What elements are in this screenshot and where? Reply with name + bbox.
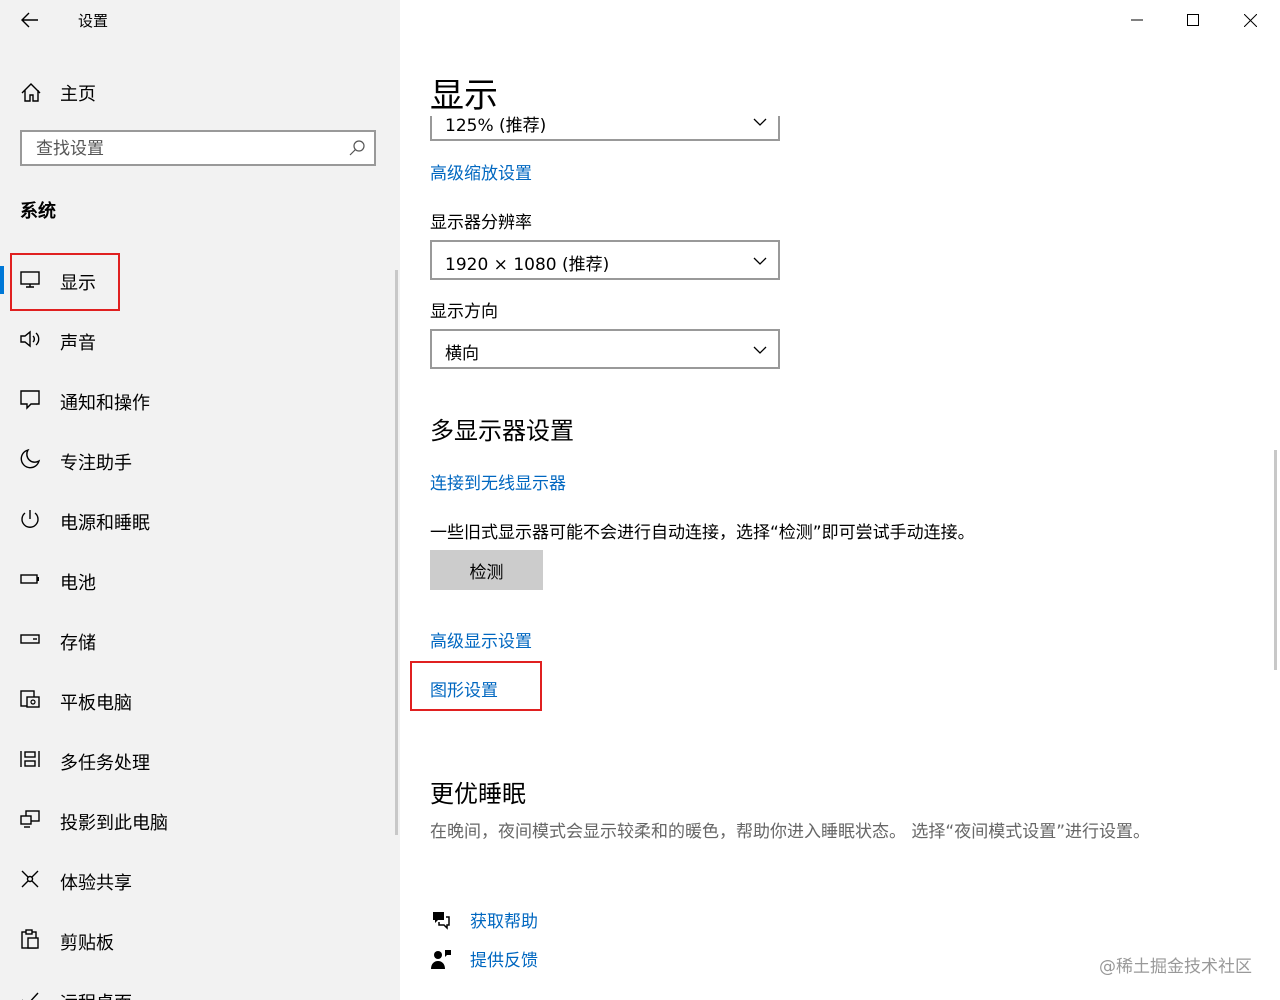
close-icon xyxy=(1243,13,1257,27)
home-icon xyxy=(21,83,41,102)
notification-icon xyxy=(20,390,40,410)
scale-value: 125% (推荐) xyxy=(445,116,547,136)
get-help-link[interactable]: 获取帮助 xyxy=(430,905,830,935)
sidebar-item-label: 剪贴板 xyxy=(60,933,114,954)
advanced-scaling-link[interactable]: 高级缩放设置 xyxy=(430,159,532,184)
chevron-down-icon xyxy=(753,257,767,265)
detect-description: 一些旧式显示器可能不会进行自动连接，选择“检测”即可尝试手动连接。 xyxy=(430,523,975,543)
sidebar-item-notifications[interactable]: 通知和操作 xyxy=(0,370,396,430)
scale-dropdown-clip: 125% (推荐) xyxy=(430,113,780,143)
sidebar-item-shared-experiences[interactable]: 体验共享 xyxy=(0,850,396,910)
storage-icon xyxy=(20,634,40,644)
feedback-link[interactable]: 提供反馈 xyxy=(430,944,830,974)
sidebar-item-storage[interactable]: 存储 xyxy=(0,610,396,670)
multitask-icon xyxy=(20,751,40,767)
search-box xyxy=(20,130,376,166)
watermark: @稀土掘金技术社区 xyxy=(1099,957,1252,977)
sidebar-item-remote-desktop[interactable]: 远程桌面 xyxy=(0,970,396,1000)
get-help-label: 获取帮助 xyxy=(470,912,538,932)
search-icon[interactable] xyxy=(348,139,366,157)
resolution-value: 1920 × 1080 (推荐) xyxy=(445,255,610,275)
clipboard-icon xyxy=(21,929,39,949)
moon-icon xyxy=(20,448,41,469)
sidebar-item-focus-assist[interactable]: 专注助手 xyxy=(0,430,396,490)
sidebar-nav: 显示 声音 通知和操作 专注助手 电源和睡眠 电池 存储 平板电脑 多任务处理 … xyxy=(0,250,396,1000)
sidebar-item-label: 电池 xyxy=(60,573,96,594)
remote-icon xyxy=(22,992,39,1000)
sidebar-item-multitasking[interactable]: 多任务处理 xyxy=(0,730,396,790)
sidebar-item-label: 平板电脑 xyxy=(60,693,132,714)
sidebar-item-clipboard[interactable]: 剪贴板 xyxy=(0,910,396,970)
sidebar-item-label: 远程桌面 xyxy=(60,989,132,1000)
close-button[interactable] xyxy=(1222,0,1278,40)
orientation-label: 显示方向 xyxy=(430,302,498,322)
battery-icon xyxy=(20,574,39,584)
sidebar-item-display[interactable]: 显示 xyxy=(0,250,396,310)
sidebar-item-label: 显示 xyxy=(60,273,96,294)
sidebar-item-label: 存储 xyxy=(60,633,96,654)
resolution-dropdown[interactable]: 1920 × 1080 (推荐) xyxy=(430,240,780,280)
scale-dropdown[interactable]: 125% (推荐) xyxy=(430,113,780,141)
back-button[interactable] xyxy=(18,8,42,32)
wireless-display-link[interactable]: 连接到无线显示器 xyxy=(430,469,566,494)
project-icon xyxy=(20,810,40,828)
page-title: 显示 xyxy=(430,76,498,116)
sidebar-scrollbar[interactable] xyxy=(395,270,398,835)
app-title: 设置 xyxy=(78,12,109,30)
search-input[interactable] xyxy=(34,132,338,166)
title-mask xyxy=(430,112,780,116)
chevron-down-icon xyxy=(753,118,767,126)
sidebar-item-label: 电源和睡眠 xyxy=(60,513,150,534)
tablet-icon xyxy=(20,690,40,708)
section-title: 系统 xyxy=(20,201,56,222)
content-scrollbar[interactable] xyxy=(1274,450,1277,670)
chevron-down-icon xyxy=(753,346,767,354)
multi-display-heading: 多显示器设置 xyxy=(430,417,574,445)
detect-button[interactable]: 检测 xyxy=(430,550,543,590)
power-icon xyxy=(21,510,39,528)
share-icon xyxy=(21,870,39,888)
feedback-label: 提供反馈 xyxy=(470,951,538,971)
sidebar-item-power[interactable]: 电源和睡眠 xyxy=(0,490,396,550)
sidebar-item-project[interactable]: 投影到此电脑 xyxy=(0,790,396,850)
sleep-heading: 更优睡眠 xyxy=(430,780,526,808)
help-chat-icon xyxy=(433,912,450,930)
active-indicator xyxy=(0,266,4,294)
minimize-button[interactable] xyxy=(1109,0,1165,40)
sleep-description: 在晚间，夜间模式会显示较柔和的暖色，帮助你进入睡眠状态。 选择“夜间模式设置”进… xyxy=(430,822,1151,842)
resolution-label: 显示器分辨率 xyxy=(430,213,532,233)
sidebar-item-label: 体验共享 xyxy=(60,873,132,894)
sidebar-item-label: 多任务处理 xyxy=(60,753,150,774)
sidebar-item-tablet[interactable]: 平板电脑 xyxy=(0,670,396,730)
speaker-icon xyxy=(20,330,40,348)
sidebar-home-label: 主页 xyxy=(60,84,96,105)
minimize-icon xyxy=(1131,19,1143,21)
sidebar-item-label: 通知和操作 xyxy=(60,393,150,414)
sidebar-item-sound[interactable]: 声音 xyxy=(0,310,396,370)
maximize-icon xyxy=(1187,14,1199,26)
sidebar-item-label: 专注助手 xyxy=(60,453,132,474)
graphics-settings-link[interactable]: 图形设置 xyxy=(430,676,498,701)
orientation-value: 横向 xyxy=(445,344,479,364)
sidebar-item-label: 声音 xyxy=(60,333,96,354)
sidebar-item-battery[interactable]: 电池 xyxy=(0,550,396,610)
sidebar-home[interactable]: 主页 xyxy=(0,74,400,110)
advanced-display-link[interactable]: 高级显示设置 xyxy=(430,627,532,652)
sidebar-item-label: 投影到此电脑 xyxy=(60,813,168,834)
orientation-dropdown[interactable]: 横向 xyxy=(430,329,780,369)
feedback-person-icon xyxy=(431,950,451,969)
sidebar: 设置 主页 系统 显示 声音 通知和操作 专注助手 电源和睡眠 xyxy=(0,0,400,1000)
main-content: 显示 125% (推荐) 高级缩放设置 显示器分辨率 1920 × 1080 (… xyxy=(400,0,1280,1000)
back-arrow-icon xyxy=(21,12,38,28)
monitor-icon xyxy=(20,271,40,288)
maximize-button[interactable] xyxy=(1165,0,1221,40)
